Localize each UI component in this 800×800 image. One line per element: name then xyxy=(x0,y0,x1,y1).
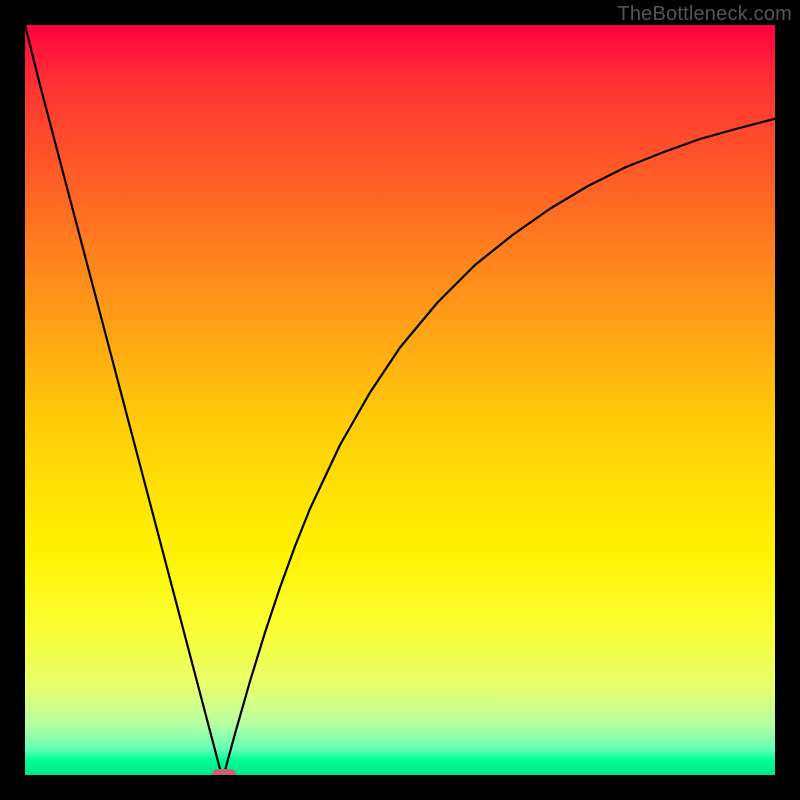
watermark-text: TheBottleneck.com xyxy=(617,3,792,26)
plot-area xyxy=(25,25,775,775)
curve-layer xyxy=(25,25,775,775)
optimal-marker xyxy=(212,769,236,775)
bottleneck-curve xyxy=(25,25,775,775)
chart-frame: TheBottleneck.com xyxy=(0,0,800,800)
